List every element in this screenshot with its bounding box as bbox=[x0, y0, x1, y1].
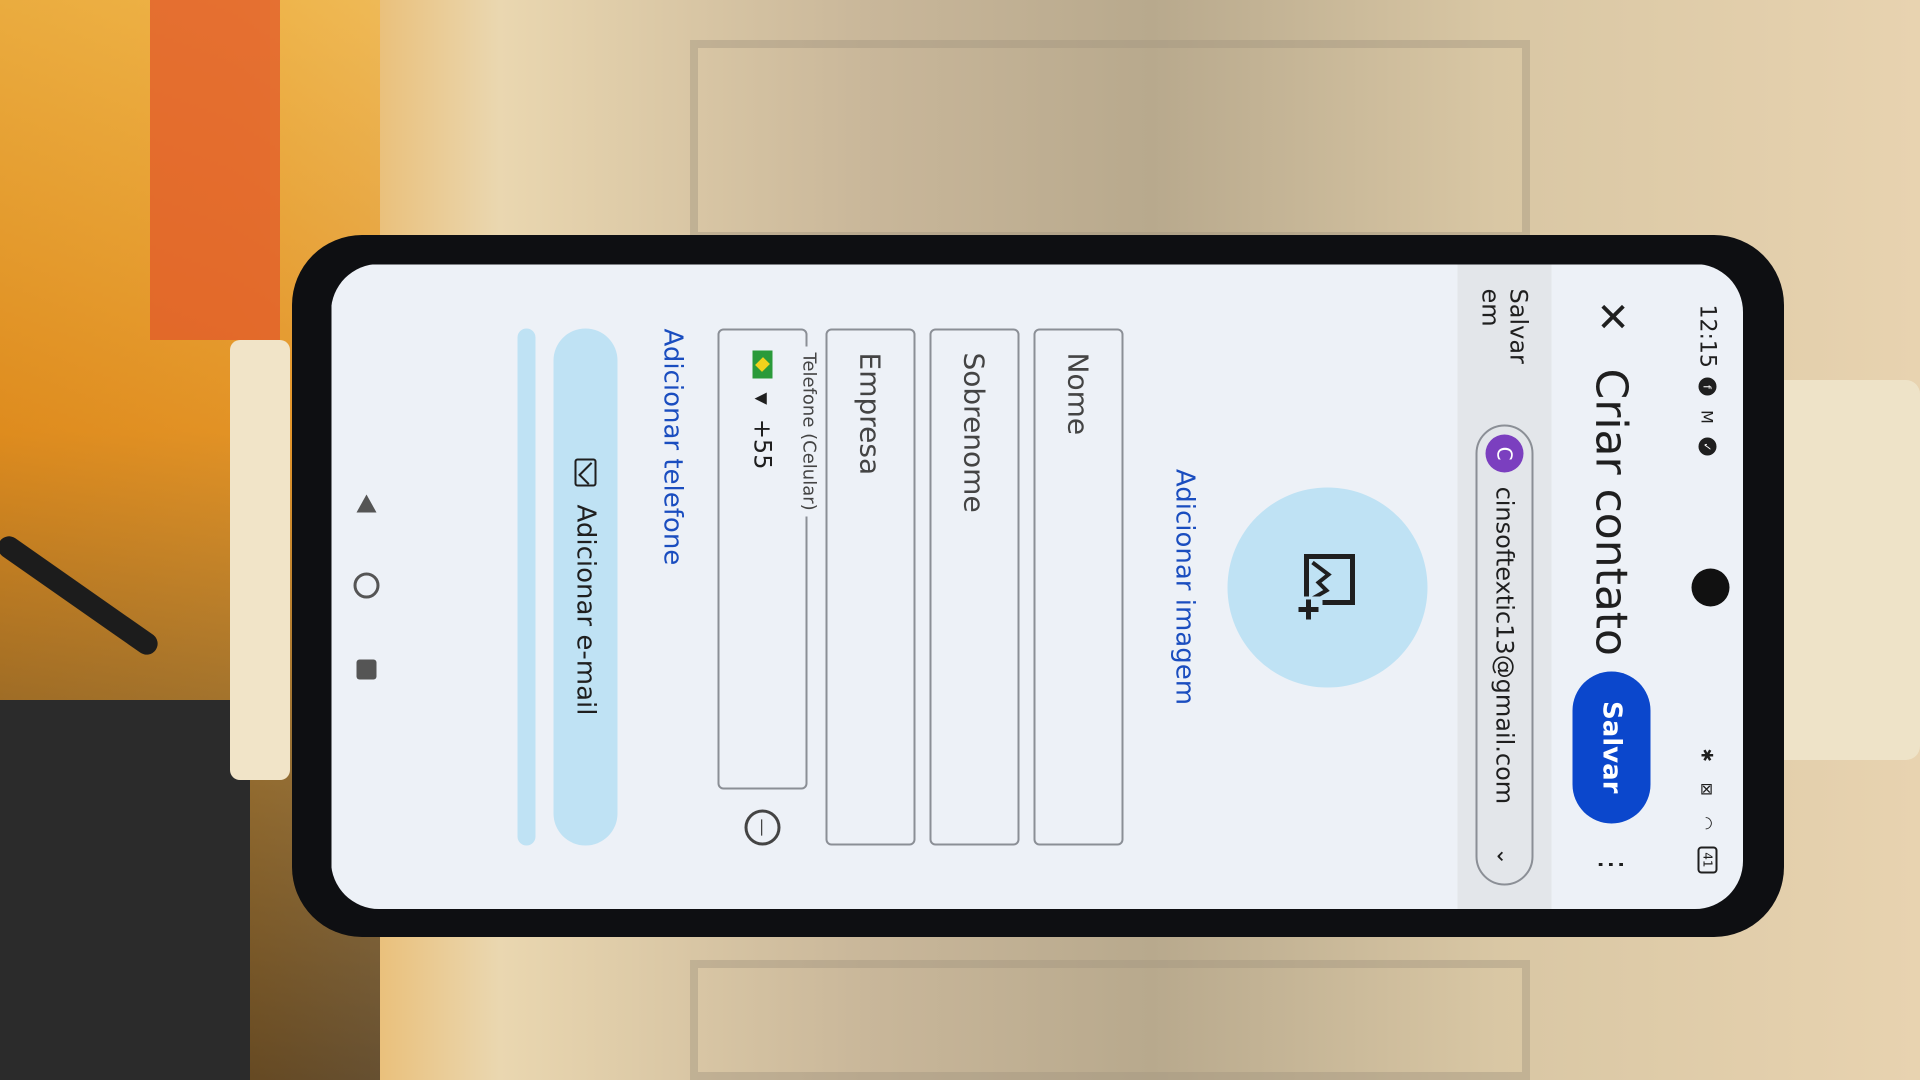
phone-row: Telefone (Celular) ▼ +55 — bbox=[717, 328, 819, 845]
save-in-label: Salvar em bbox=[1476, 288, 1532, 364]
status-time: 12:15 bbox=[1694, 304, 1720, 368]
company-placeholder: Empresa bbox=[853, 352, 887, 475]
wifi-icon: ◠ bbox=[1697, 815, 1717, 830]
first-name-placeholder: Nome bbox=[1061, 352, 1095, 435]
country-dropdown-icon[interactable]: ▼ bbox=[753, 392, 772, 404]
home-icon[interactable] bbox=[353, 572, 379, 599]
facebook-notification-icon: f bbox=[1698, 377, 1716, 396]
create-contact-app: 12:15 f M ✓ ✱ ⊠ ◠ 41 ✕ Criar contato Sal… bbox=[331, 264, 1743, 909]
save-in-bar: Salvar em C cinsoftextic13@gmail.com ⌄ bbox=[1457, 264, 1551, 909]
battery-icon: 41 bbox=[1697, 845, 1717, 873]
add-email-label: Adicionar e-mail bbox=[570, 504, 600, 715]
next-section-strip bbox=[517, 328, 535, 845]
add-phone-link[interactable]: Adicionar telefone bbox=[657, 328, 687, 845]
chevron-down-icon: ⌄ bbox=[1491, 846, 1517, 865]
add-photo-icon bbox=[1296, 553, 1355, 622]
phone-holder-left bbox=[230, 340, 290, 780]
front-camera bbox=[1691, 567, 1729, 606]
contact-form: Nome Sobrenome Empresa Telefone (Celular… bbox=[517, 328, 1123, 845]
bluetooth-icon: ✱ bbox=[1697, 748, 1717, 762]
background-window-bottom bbox=[690, 960, 1530, 1080]
save-button[interactable]: Salvar bbox=[1572, 670, 1650, 823]
phone-field[interactable]: Telefone (Celular) ▼ +55 bbox=[717, 328, 819, 789]
brazil-flag-icon[interactable] bbox=[752, 350, 772, 378]
background-box bbox=[150, 0, 280, 340]
phone-screen: 12:15 f M ✓ ✱ ⊠ ◠ 41 ✕ Criar contato Sal… bbox=[331, 264, 1743, 909]
background-window-top bbox=[690, 40, 1530, 240]
back-icon[interactable] bbox=[356, 494, 376, 513]
close-icon[interactable]: ✕ bbox=[1587, 292, 1635, 340]
add-email-button[interactable]: Adicionar e-mail bbox=[553, 328, 617, 845]
status-right: ✱ ⊠ ◠ 41 bbox=[1696, 744, 1718, 873]
add-image-link[interactable]: Adicionar imagem bbox=[1169, 468, 1199, 704]
navigation-bar bbox=[331, 264, 401, 909]
phone-label: Telefone (Celular) bbox=[798, 346, 819, 517]
more-vert-icon[interactable]: ⋮ bbox=[1594, 849, 1629, 881]
remove-icon[interactable]: — bbox=[744, 809, 780, 845]
last-name-placeholder: Sobrenome bbox=[957, 352, 991, 513]
page-title: Criar contato bbox=[1585, 368, 1637, 656]
first-name-field[interactable]: Nome bbox=[1033, 328, 1123, 845]
recent-apps-icon[interactable] bbox=[356, 658, 376, 679]
gmail-notification-icon: M bbox=[1697, 409, 1717, 424]
background-dark-box bbox=[0, 700, 250, 1080]
account-selector[interactable]: C cinsoftextic13@gmail.com ⌄ bbox=[1475, 424, 1533, 885]
country-code: +55 bbox=[748, 418, 776, 469]
app-bar: ✕ Criar contato Salvar ⋮ bbox=[1551, 264, 1671, 909]
company-field[interactable]: Empresa bbox=[825, 328, 915, 845]
last-name-field[interactable]: Sobrenome bbox=[929, 328, 1019, 845]
signal-off-icon: ⊠ bbox=[1697, 782, 1717, 796]
phone-holder-right bbox=[1770, 380, 1920, 760]
add-photo-button[interactable] bbox=[1227, 486, 1427, 687]
messenger-notification-icon: ✓ bbox=[1698, 437, 1716, 456]
account-email: cinsoftextic13@gmail.com bbox=[1490, 486, 1518, 804]
status-left: 12:15 f M ✓ bbox=[1694, 304, 1720, 456]
mail-icon bbox=[574, 458, 596, 487]
status-bar: 12:15 f M ✓ ✱ ⊠ ◠ 41 bbox=[1671, 264, 1743, 909]
photo-area: Adicionar imagem bbox=[1151, 264, 1427, 909]
avatar: C bbox=[1485, 434, 1523, 473]
